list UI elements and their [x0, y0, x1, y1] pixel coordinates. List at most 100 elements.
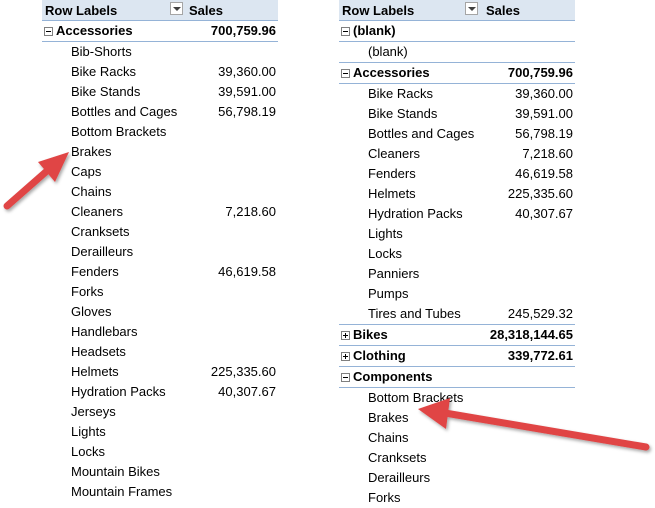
- table-row[interactable]: Helmets 225,335.60: [42, 362, 278, 382]
- table-row[interactable]: Bottom Brackets: [42, 122, 278, 142]
- row-label: Fenders: [368, 166, 416, 181]
- group-row-accessories[interactable]: Accessories 700,759.96: [42, 21, 278, 42]
- row-label: (blank): [368, 44, 408, 59]
- row-label: Mountain Frames: [71, 484, 173, 499]
- table-row[interactable]: Jerseys: [42, 402, 278, 422]
- group-label: Clothing: [353, 348, 406, 363]
- row-labels-filter-dropdown-icon[interactable]: [170, 2, 183, 15]
- group-row-clothing[interactable]: Clothing 339,772.61: [339, 346, 575, 367]
- row-labels-header: Row Labels: [45, 3, 118, 18]
- collapse-toggle-icon[interactable]: [341, 69, 350, 78]
- row-value: 225,335.60: [507, 186, 573, 201]
- group-row-bikes[interactable]: Bikes 28,318,144.65: [339, 324, 575, 346]
- group-value: 700,759.96: [507, 65, 573, 80]
- table-row[interactable]: Mountain Bikes: [42, 462, 278, 482]
- table-row[interactable]: Caps: [42, 162, 278, 182]
- sales-header: Sales: [189, 3, 223, 18]
- row-value: 40,307.67: [515, 206, 573, 221]
- row-label: Bottles and Cages: [368, 126, 475, 141]
- table-row[interactable]: Brakes: [339, 408, 575, 428]
- row-label: Tires and Tubes: [368, 306, 461, 321]
- table-row[interactable]: Forks: [42, 282, 278, 302]
- table-row[interactable]: Locks: [42, 442, 278, 462]
- table-row[interactable]: Bottles and Cages 56,798.19: [42, 102, 278, 122]
- group-label: Bikes: [353, 327, 388, 342]
- table-row[interactable]: Pumps: [339, 284, 575, 304]
- collapse-toggle-icon[interactable]: [341, 27, 350, 36]
- table-row[interactable]: Panniers: [339, 264, 575, 284]
- table-row[interactable]: Locks: [339, 244, 575, 264]
- row-label: Hydration Packs: [368, 206, 463, 221]
- table-row[interactable]: Bottom Brackets: [339, 388, 575, 408]
- table-row[interactable]: Bike Stands 39,591.00: [42, 82, 278, 102]
- row-label: Headsets: [71, 344, 126, 359]
- row-label: Locks: [71, 444, 105, 459]
- row-value: 39,591.00: [218, 84, 276, 99]
- collapse-toggle-icon[interactable]: [44, 27, 53, 36]
- table-row[interactable]: Forks: [339, 488, 575, 508]
- table-row[interactable]: Cleaners 7,218.60: [339, 144, 575, 164]
- table-row[interactable]: Handlebars: [42, 322, 278, 342]
- row-value: 46,619.58: [218, 264, 276, 279]
- collapse-toggle-icon[interactable]: [341, 373, 350, 382]
- table-row[interactable]: Cranksets: [339, 448, 575, 468]
- row-label: Hydration Packs: [71, 384, 166, 399]
- sales-header: Sales: [486, 3, 520, 18]
- table-row[interactable]: Derailleurs: [339, 468, 575, 488]
- table-row[interactable]: Bib-Shorts: [42, 42, 278, 62]
- table-row[interactable]: Hydration Packs 40,307.67: [339, 204, 575, 224]
- table-row[interactable]: Mountain Frames: [42, 482, 278, 502]
- row-label: Handlebars: [71, 324, 138, 339]
- row-label: Brakes: [71, 144, 112, 159]
- table-row[interactable]: (blank): [339, 42, 575, 62]
- table-row[interactable]: Lights: [339, 224, 575, 244]
- table-row[interactable]: Bike Racks 39,360.00: [42, 62, 278, 82]
- table-row[interactable]: Cranksets: [42, 222, 278, 242]
- expand-toggle-icon[interactable]: [341, 352, 350, 361]
- row-label: Pumps: [368, 286, 409, 301]
- table-row[interactable]: Derailleurs: [42, 242, 278, 262]
- row-label: Panniers: [368, 266, 420, 281]
- row-label: Bike Stands: [71, 84, 141, 99]
- row-label: Lights: [368, 226, 403, 241]
- row-label: Jerseys: [71, 404, 116, 419]
- group-label: (blank): [353, 23, 396, 38]
- row-labels-header: Row Labels: [342, 3, 415, 18]
- row-label: Cranksets: [71, 224, 130, 239]
- row-label: Helmets: [71, 364, 119, 379]
- table-row[interactable]: Chains: [339, 428, 575, 448]
- group-row-components[interactable]: Components: [339, 367, 575, 388]
- row-label: Helmets: [368, 186, 416, 201]
- table-row[interactable]: Bike Stands 39,591.00: [339, 104, 575, 124]
- table-row[interactable]: Helmets 225,335.60: [339, 184, 575, 204]
- table-row[interactable]: Tires and Tubes 245,529.32: [339, 304, 575, 324]
- row-labels-filter-dropdown-icon[interactable]: [465, 2, 478, 15]
- table-row[interactable]: Brakes: [42, 142, 278, 162]
- table-row[interactable]: Gloves: [42, 302, 278, 322]
- table-row[interactable]: Cleaners 7,218.60: [42, 202, 278, 222]
- row-label: Bike Racks: [71, 64, 137, 79]
- row-value: 56,798.19: [515, 126, 573, 141]
- table-row[interactable]: Lights: [42, 422, 278, 442]
- table-row[interactable]: Fenders 46,619.58: [42, 262, 278, 282]
- row-value: 39,360.00: [515, 86, 573, 101]
- table-row[interactable]: Hydration Packs 40,307.67: [42, 382, 278, 402]
- group-row-blank[interactable]: (blank): [339, 21, 575, 42]
- row-value: 56,798.19: [218, 104, 276, 119]
- group-value: 700,759.96: [210, 23, 276, 38]
- expand-toggle-icon[interactable]: [341, 331, 350, 340]
- row-label: Bib-Shorts: [71, 44, 132, 59]
- right-pivot-header: Row Labels Sales: [339, 0, 575, 21]
- row-value: 46,619.58: [515, 166, 573, 181]
- row-label: Chains: [368, 430, 409, 445]
- table-row[interactable]: Chains: [42, 182, 278, 202]
- left-pivot-header: Row Labels Sales: [42, 0, 278, 21]
- table-row[interactable]: Fenders 46,619.58: [339, 164, 575, 184]
- row-label: Locks: [368, 246, 402, 261]
- table-row[interactable]: Bottles and Cages 56,798.19: [339, 124, 575, 144]
- row-value: 7,218.60: [522, 146, 573, 161]
- table-row[interactable]: Headsets: [42, 342, 278, 362]
- table-row[interactable]: Bike Racks 39,360.00: [339, 84, 575, 104]
- group-row-accessories[interactable]: Accessories 700,759.96: [339, 62, 575, 84]
- left-pivot-table: Row Labels Sales Accessories 700,759.96 …: [42, 0, 278, 502]
